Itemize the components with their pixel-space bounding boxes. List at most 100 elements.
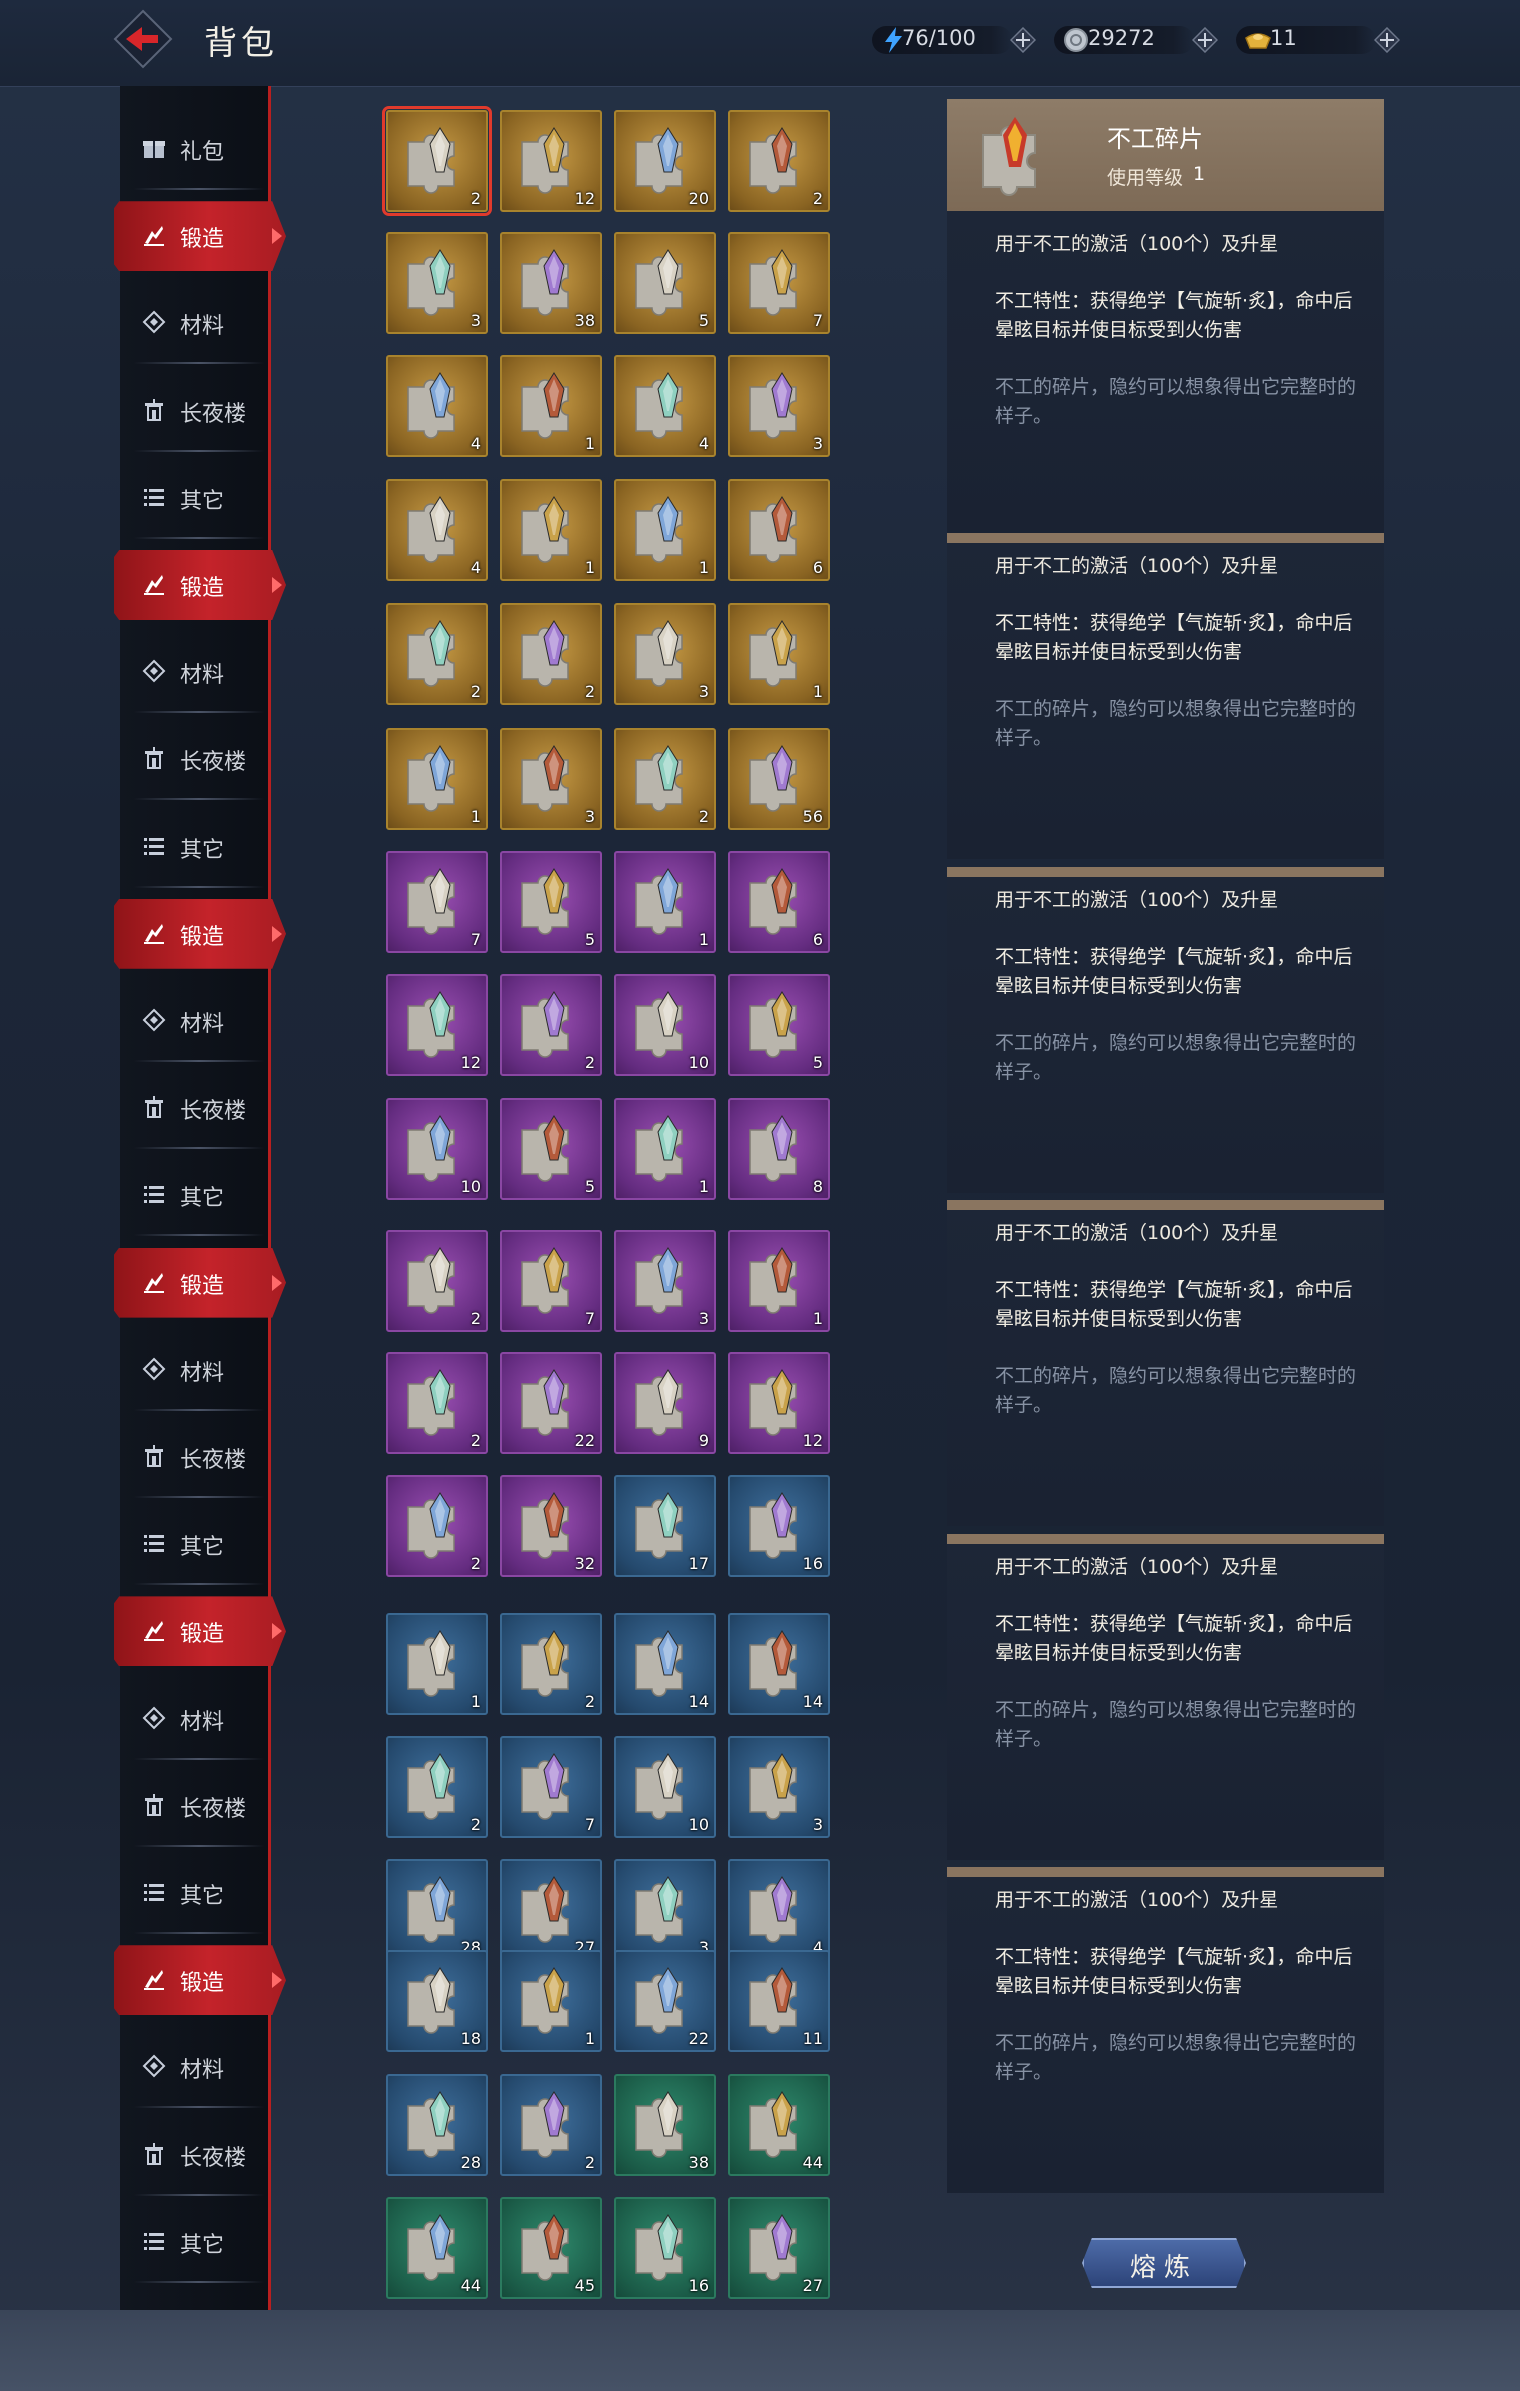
inventory-slot[interactable]: 2 <box>500 1613 602 1715</box>
inventory-slot[interactable]: 3 <box>500 728 602 830</box>
sidebar-tab-2-0[interactable]: 锻造 <box>114 898 286 969</box>
inventory-slot[interactable]: 3 <box>614 1230 716 1332</box>
inventory-slot[interactable]: 3 <box>614 603 716 705</box>
inventory-slot[interactable]: 2 <box>386 1475 488 1577</box>
inventory-slot[interactable]: 18 <box>386 1950 488 2052</box>
inventory-slot[interactable]: 28 <box>386 1859 488 1961</box>
sidebar-tab-5-2[interactable]: 长夜楼 <box>120 2120 270 2196</box>
inventory-slot[interactable]: 22 <box>614 1950 716 2052</box>
add-stamina-button[interactable] <box>1010 27 1036 53</box>
sidebar-tab-3-2[interactable]: 长夜楼 <box>120 1422 270 1498</box>
sidebar-tab-4-0[interactable]: 锻造 <box>114 1596 286 1667</box>
inventory-slot[interactable]: 1 <box>614 851 716 953</box>
inventory-slot[interactable]: 16 <box>728 1475 830 1577</box>
inventory-slot[interactable]: 2 <box>500 974 602 1076</box>
smelt-button[interactable]: 熔炼 <box>1082 2238 1246 2288</box>
inventory-slot[interactable]: 7 <box>500 1736 602 1838</box>
inventory-slot[interactable]: 7 <box>728 232 830 334</box>
inventory-slot[interactable]: 27 <box>500 1859 602 1961</box>
inventory-slot[interactable]: 1 <box>386 1613 488 1715</box>
sidebar-tab-0-4[interactable]: 其它 <box>120 463 270 539</box>
inventory-slot[interactable]: 44 <box>386 2197 488 2299</box>
inventory-slot[interactable]: 1 <box>500 479 602 581</box>
inventory-slot[interactable]: 9 <box>614 1352 716 1454</box>
inventory-slot[interactable]: 14 <box>614 1613 716 1715</box>
inventory-slot[interactable]: 1 <box>500 355 602 457</box>
inventory-slot[interactable]: 1 <box>614 1098 716 1200</box>
sidebar-tab-1-0[interactable]: 锻造 <box>114 550 286 620</box>
inventory-slot[interactable]: 10 <box>386 1098 488 1200</box>
inventory-slot[interactable]: 7 <box>500 1230 602 1332</box>
inventory-slot[interactable]: 7 <box>386 851 488 953</box>
inventory-slot[interactable]: 4 <box>386 479 488 581</box>
inventory-slot[interactable]: 17 <box>614 1475 716 1577</box>
inventory-slot[interactable]: 22 <box>500 1352 602 1454</box>
inventory-slot[interactable]: 11 <box>728 1950 830 2052</box>
sidebar-tab-5-0[interactable]: 锻造 <box>114 1945 286 2016</box>
inventory-slot[interactable]: 3 <box>614 1859 716 1961</box>
sidebar-tab-0-2[interactable]: 材料 <box>120 288 270 365</box>
sidebar-tab-2-2[interactable]: 长夜楼 <box>120 1073 270 1150</box>
inventory-slot[interactable]: 3 <box>728 1736 830 1838</box>
inventory-slot[interactable]: 5 <box>728 974 830 1076</box>
inventory-slot[interactable]: 6 <box>728 851 830 953</box>
sidebar-tab-1-1[interactable]: 材料 <box>120 637 270 714</box>
inventory-slot[interactable]: 10 <box>614 1736 716 1838</box>
inventory-slot[interactable]: 4 <box>614 355 716 457</box>
add-gold-button[interactable] <box>1374 27 1400 53</box>
inventory-slot[interactable]: 38 <box>614 2074 716 2176</box>
sidebar-tab-5-3[interactable]: 其它 <box>120 2207 270 2283</box>
inventory-slot[interactable]: 1 <box>728 603 830 705</box>
inventory-slot[interactable]: 10 <box>614 974 716 1076</box>
inventory-slot[interactable]: 2 <box>500 2074 602 2176</box>
inventory-slot[interactable]: 2 <box>728 110 830 212</box>
back-button[interactable] <box>112 8 174 70</box>
inventory-slot[interactable]: 38 <box>500 232 602 334</box>
add-silver-button[interactable] <box>1192 27 1218 53</box>
inventory-slot[interactable]: 4 <box>728 1859 830 1961</box>
sidebar-tab-4-1[interactable]: 材料 <box>120 1684 270 1760</box>
inventory-slot[interactable]: 1 <box>728 1230 830 1332</box>
inventory-slot[interactable]: 1 <box>500 1950 602 2052</box>
inventory-slot[interactable]: 12 <box>500 110 602 212</box>
inventory-slot[interactable]: 2 <box>500 603 602 705</box>
sidebar-tab-1-3[interactable]: 其它 <box>120 812 270 888</box>
sidebar-tab-4-2[interactable]: 长夜楼 <box>120 1771 270 1847</box>
inventory-slot[interactable]: 2 <box>386 1230 488 1332</box>
inventory-slot[interactable]: 1 <box>614 479 716 581</box>
sidebar-tab-3-1[interactable]: 材料 <box>120 1335 270 1411</box>
sidebar-tab-2-3[interactable]: 其它 <box>120 1160 270 1237</box>
inventory-slot[interactable]: 2 <box>614 728 716 830</box>
sidebar-tab-0-3[interactable]: 长夜楼 <box>120 376 270 452</box>
inventory-slot[interactable]: 2 <box>382 106 492 216</box>
inventory-slot[interactable]: 3 <box>386 232 488 334</box>
sidebar-tab-2-1[interactable]: 材料 <box>120 986 270 1062</box>
inventory-slot[interactable]: 12 <box>728 1352 830 1454</box>
inventory-slot[interactable]: 56 <box>728 728 830 830</box>
inventory-slot[interactable]: 4 <box>386 355 488 457</box>
inventory-slot[interactable]: 20 <box>614 110 716 212</box>
inventory-slot[interactable]: 3 <box>728 355 830 457</box>
sidebar-tab-1-2[interactable]: 长夜楼 <box>120 724 270 801</box>
inventory-slot[interactable]: 2 <box>386 1352 488 1454</box>
inventory-slot[interactable]: 16 <box>614 2197 716 2299</box>
inventory-slot[interactable]: 45 <box>500 2197 602 2299</box>
sidebar-tab-0-0[interactable]: 礼包 <box>120 114 270 190</box>
sidebar-tab-3-0[interactable]: 锻造 <box>114 1247 286 1318</box>
inventory-slot[interactable]: 32 <box>500 1475 602 1577</box>
inventory-slot[interactable]: 5 <box>500 851 602 953</box>
inventory-slot[interactable]: 2 <box>386 603 488 705</box>
inventory-slot[interactable]: 5 <box>500 1098 602 1200</box>
inventory-slot[interactable]: 6 <box>728 479 830 581</box>
inventory-slot[interactable]: 8 <box>728 1098 830 1200</box>
inventory-slot[interactable]: 14 <box>728 1613 830 1715</box>
sidebar-tab-5-1[interactable]: 材料 <box>120 2032 270 2109</box>
inventory-slot[interactable]: 12 <box>386 974 488 1076</box>
sidebar-tab-0-1[interactable]: 锻造 <box>114 201 286 272</box>
sidebar-tab-3-3[interactable]: 其它 <box>120 1509 270 1586</box>
sidebar-tab-4-3[interactable]: 其它 <box>120 1858 270 1934</box>
inventory-slot[interactable]: 5 <box>614 232 716 334</box>
inventory-slot[interactable]: 1 <box>386 728 488 830</box>
inventory-slot[interactable]: 44 <box>728 2074 830 2176</box>
inventory-slot[interactable]: 2 <box>386 1736 488 1838</box>
